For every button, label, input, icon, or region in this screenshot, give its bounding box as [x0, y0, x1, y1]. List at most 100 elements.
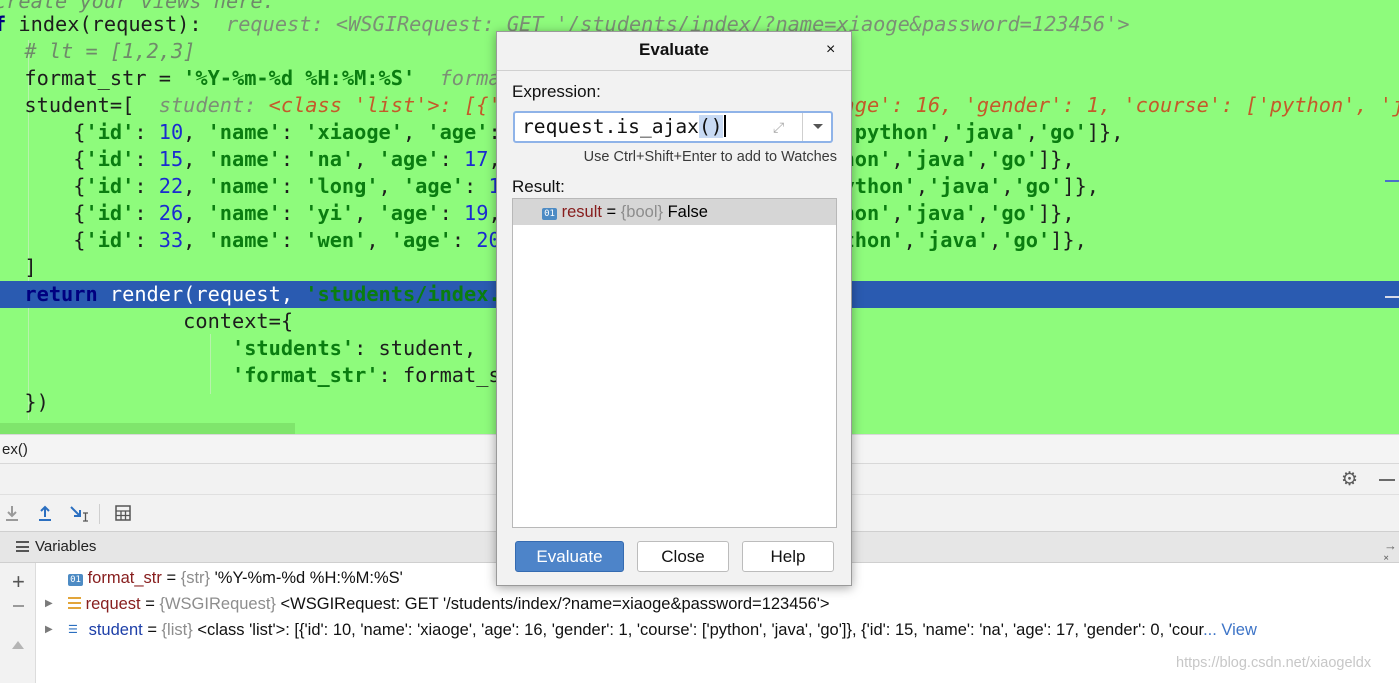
gear-icon[interactable]: ⚙: [1341, 468, 1358, 491]
expand-arrow-icon[interactable]: ▶: [45, 591, 53, 617]
code-token: ,: [1025, 120, 1038, 144]
object-type-icon: [68, 597, 81, 609]
code-token: 'go': [989, 201, 1038, 225]
code-token: :: [280, 120, 306, 144]
variables-side-toolbar: +: [0, 563, 36, 683]
code-token: 'id': [85, 201, 135, 225]
variable-value: '%Y-%m-%d %H:%M:%S': [214, 569, 403, 587]
add-watch-icon[interactable]: +: [12, 569, 25, 595]
code-token: 'age': [402, 174, 465, 198]
code-line[interactable]: 'students': student,: [0, 335, 476, 362]
code-line[interactable]: context={: [0, 308, 293, 335]
code-token: '%Y-%m-%d %H:%M:%S': [183, 66, 416, 90]
variables-list-icon: [16, 541, 29, 552]
code-token: render(request,: [97, 282, 306, 306]
code-token: ,: [366, 228, 391, 252]
code-token: 'long': [305, 174, 379, 198]
calculator-icon: [115, 505, 131, 521]
code-token: ,: [940, 120, 953, 144]
code-token: ,: [183, 201, 208, 225]
evaluate-expression-button[interactable]: [111, 501, 135, 525]
hide-icon[interactable]: [1379, 479, 1395, 481]
code-token: student:: [158, 93, 269, 117]
variable-equals: =: [145, 595, 160, 613]
code-token: ,: [1001, 174, 1014, 198]
code-token: 'age': [378, 147, 440, 171]
code-token: 15: [158, 147, 184, 171]
variable-value: <WSGIRequest: GET '/students/index/?name…: [280, 595, 830, 613]
code-token: 17: [464, 147, 489, 171]
code-token: f: [0, 12, 7, 36]
breadcrumb-label[interactable]: ex(): [2, 441, 28, 458]
horizontal-scrollbar[interactable]: [0, 423, 295, 434]
code-token: 'format_str': [232, 363, 379, 387]
result-tree[interactable]: 01 result = {bool} False: [512, 198, 837, 528]
code-token: student=[: [0, 93, 159, 117]
code-token: 'students': [232, 336, 355, 360]
code-token: :: [280, 201, 306, 225]
expression-input[interactable]: request.is_ajax() ⤢: [513, 111, 833, 143]
variable-row-request[interactable]: ▶ request = {WSGIRequest} <WSGIRequest: …: [36, 591, 830, 617]
step-out-button[interactable]: [33, 501, 57, 525]
expression-history-dropdown[interactable]: [802, 113, 833, 141]
help-button[interactable]: Help: [742, 541, 834, 572]
code-token: 'name': [207, 174, 281, 198]
move-up-icon[interactable]: [12, 641, 24, 649]
run-to-cursor-button[interactable]: [67, 501, 91, 525]
code-token: 'xiaoge': [305, 120, 403, 144]
expression-parens: (): [698, 115, 723, 138]
restore-layout-icon[interactable]: →˟: [1384, 538, 1399, 568]
evaluate-button[interactable]: Evaluate: [515, 541, 624, 572]
text-caret: [723, 115, 726, 137]
view-more-link[interactable]: ... View: [1203, 621, 1257, 639]
string-type-icon: 01: [68, 574, 83, 586]
code-token: 'java': [928, 174, 1002, 198]
result-row[interactable]: 01 result = {bool} False: [513, 199, 836, 225]
result-value: False: [667, 203, 708, 221]
code-token: 'name': [207, 147, 281, 171]
code-token: 'go': [1001, 228, 1051, 252]
list-type-icon: ☰: [68, 623, 78, 636]
execution-mark[interactable]: [1385, 296, 1399, 298]
variable-name: request: [85, 595, 141, 613]
code-line[interactable]: ]: [0, 254, 36, 281]
close-button[interactable]: Close: [637, 541, 729, 572]
expand-arrow-icon[interactable]: ▶: [45, 617, 53, 643]
variable-row-format-str[interactable]: 01 format_str = {str} '%Y-%m-%d %H:%M:%S…: [36, 565, 403, 591]
code-line[interactable]: return render(request, 'students/index.h…: [0, 281, 573, 308]
code-token: :: [134, 120, 159, 144]
code-token: return: [24, 282, 98, 306]
code-token: :: [134, 147, 159, 171]
code-token: ,: [915, 174, 929, 198]
code-line[interactable]: }): [0, 389, 48, 416]
code-token: 22: [158, 174, 184, 198]
code-token: 10: [158, 120, 184, 144]
variable-row-student[interactable]: ▶ ☰ student = {list} <class 'list'>: [{'…: [36, 617, 1257, 643]
code-token: ,: [989, 228, 1002, 252]
code-token: 'id': [85, 120, 135, 144]
code-token: 26: [158, 201, 184, 225]
variable-name: student: [88, 621, 143, 639]
remove-watch-icon[interactable]: [13, 605, 24, 607]
bool-type-icon: 01: [542, 208, 557, 220]
error-stripe[interactable]: [1385, 0, 1399, 434]
dialog-close-button[interactable]: ×: [826, 41, 835, 59]
expand-editor-icon[interactable]: ⤢: [773, 119, 784, 136]
code-token: {: [0, 174, 86, 198]
dialog-title: Evaluate: [639, 40, 709, 59]
code-line[interactable]: 'format_str': format_str: [0, 362, 525, 389]
variable-name: format_str: [87, 569, 162, 587]
expression-text[interactable]: request.is_ajax(): [522, 115, 726, 138]
step-into-my-code-button[interactable]: [0, 501, 24, 525]
code-token: ,: [891, 147, 904, 171]
code-line[interactable]: # lt = [1,2,3]: [0, 38, 195, 65]
expression-main: request.is_ajax: [522, 115, 699, 138]
result-type: {bool}: [620, 203, 663, 221]
code-token: context={: [0, 309, 294, 333]
code-token: 'id': [85, 174, 135, 198]
variable-value: <class 'list'>: [{'id': 10, 'name': 'xia…: [197, 621, 1204, 639]
variables-title: Variables: [35, 538, 97, 555]
code-token: {: [0, 201, 86, 225]
breakpoint-mark[interactable]: [1385, 180, 1399, 182]
